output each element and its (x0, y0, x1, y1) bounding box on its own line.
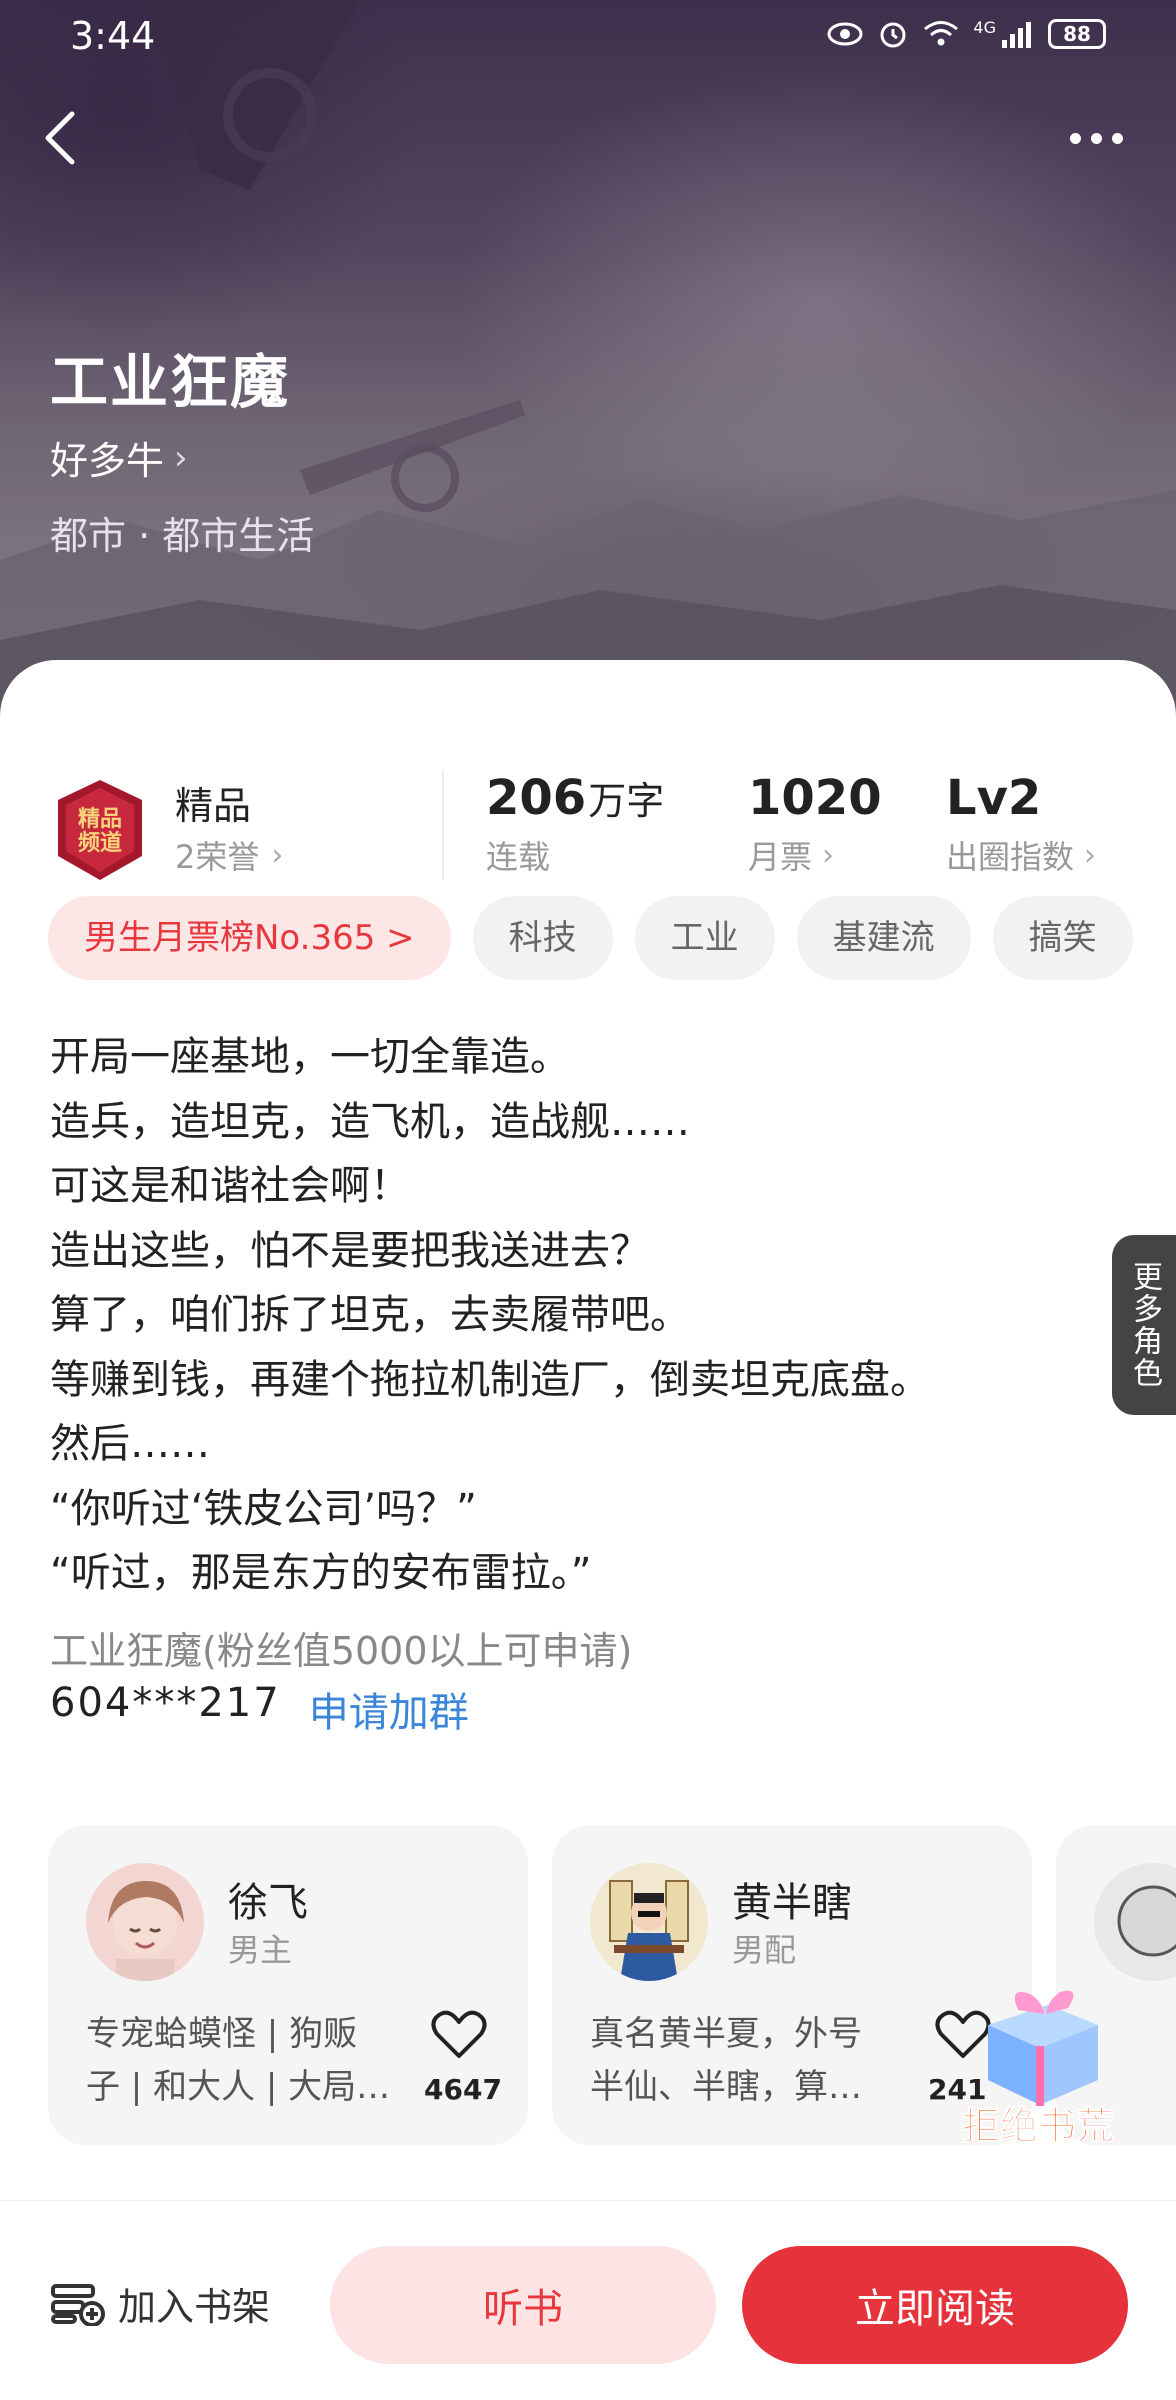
description-line: 算了，咱们拆了坦克，去卖履带吧。 (50, 1292, 690, 1338)
status-icons: 4G 88 (827, 18, 1106, 50)
divider (442, 770, 444, 880)
fan-group-id: 604***217 (50, 1680, 281, 1726)
description-line: 造出这些，怕不是要把我送进去？ (50, 1227, 650, 1274)
eye-icon (827, 22, 863, 46)
monthly-votes-label: 月票 (748, 838, 813, 876)
popularity-level: Lv2 (946, 770, 1042, 826)
description-line: 开局一座基地，一切全靠造。 (50, 1034, 570, 1080)
wifi-icon (924, 21, 959, 46)
tag-comedy[interactable]: 搞笑 (992, 896, 1133, 980)
honors-link[interactable]: 2荣誉 › (175, 832, 283, 878)
listen-button[interactable]: 听书 (330, 2246, 716, 2364)
alarm-icon (880, 22, 906, 48)
premium-channel-badge-icon: 精品 频道 (58, 780, 142, 880)
tag-industry[interactable]: 工业 (634, 896, 775, 980)
genre-label: 都市 · 都市生活 (50, 514, 315, 558)
popularity-label: 出圈指数 (946, 838, 1075, 876)
book-title: 工业狂魔 (50, 348, 291, 416)
character-card[interactable]: 徐飞 男主 专宠蛤蟆怪 | 狗贩 子 | 和大人 | 大局… 4647 (48, 1825, 528, 2145)
more-characters-label: 更多角色 (1127, 1261, 1162, 1389)
character-description-line: 半仙、半瞎，算… (590, 2067, 862, 2107)
serial-status: 连载 (486, 838, 551, 876)
like-count: 4647 (424, 2073, 502, 2106)
description-line: “听过，那是东方的安布雷拉。” (50, 1550, 592, 1596)
character-name: 徐飞 (228, 1880, 308, 1926)
description-line: 然后…… (50, 1421, 210, 1467)
add-to-shelf-button[interactable]: 加入书架 (50, 2276, 270, 2331)
svg-text:精品: 精品 (78, 806, 122, 832)
character-role: 男配 (732, 1931, 797, 1969)
character-description: 真名黄半夏，外号 半仙、半瞎，算… (590, 2008, 920, 2114)
add-to-shelf-label: 加入书架 (118, 2285, 271, 2329)
word-count-value: 206 (486, 770, 587, 826)
chevron-right-icon: › (174, 437, 188, 478)
monthly-votes-stat[interactable]: 1020 月票 › (748, 770, 882, 878)
gift-box-icon (988, 1990, 1098, 2106)
stats-row: 精品 频道 精品 2荣誉 › 206 万字 连载 1020 月票 › Lv2 出圈指… (0, 710, 1176, 880)
monthly-votes-value: 1020 (748, 770, 882, 826)
fan-group-row: 604***217 申请加群 (50, 1680, 469, 1738)
fan-group-note: 工业狂魔(粉丝值5000以上可申请) (50, 1629, 633, 1673)
description-line: 可这是和谐社会啊！ (50, 1163, 410, 1209)
more-characters-button[interactable]: 更多角色 (1112, 1235, 1176, 1415)
chevron-right-icon: › (822, 837, 835, 873)
battery-indicator: 88 (1048, 19, 1106, 49)
promo-label: 拒绝书荒 (961, 2104, 1114, 2149)
book-description: 开局一座基地，一切全靠造。 造兵，造坦克，造飞机，造战舰…… 可这是和谐社会啊！… (50, 1025, 1140, 1606)
chevron-right-icon: › (1084, 837, 1097, 873)
book-detail-card: 精品 频道 精品 2荣誉 › 206 万字 连载 1020 月票 › Lv2 出圈指… (0, 660, 1176, 2200)
dot (1111, 132, 1123, 144)
author-link[interactable]: 好多牛 › (50, 430, 188, 485)
word-count-stat: 206 万字 连载 (486, 770, 664, 878)
character-name: 黄半瞎 (732, 1880, 852, 1926)
character-role: 男主 (228, 1931, 293, 1969)
tag-tech[interactable]: 科技 (472, 896, 613, 980)
chevron-right-icon: › (271, 837, 284, 873)
join-group-link[interactable]: 申请加群 (309, 1680, 469, 1738)
dot (1090, 132, 1102, 144)
status-bar: 3:44 4G 88 (0, 0, 1176, 72)
character-description: 专宠蛤蟆怪 | 狗贩 子 | 和大人 | 大局… (86, 2008, 416, 2114)
promo-floating-badge[interactable]: 拒绝书荒 (948, 1980, 1128, 2150)
read-now-button[interactable]: 立即阅读 (742, 2246, 1128, 2364)
author-name: 好多牛 (50, 439, 165, 483)
chevron-left-icon (45, 111, 75, 165)
character-description-line: 子 | 和大人 | 大局… (86, 2067, 391, 2107)
more-options-button[interactable] (1056, 118, 1136, 158)
signal-icon (1002, 22, 1031, 48)
heart-icon[interactable] (431, 2010, 487, 2060)
bookshelf-add-icon (51, 2283, 105, 2326)
status-time: 3:44 (70, 14, 156, 58)
popularity-index-stat[interactable]: Lv2 出圈指数 › (946, 770, 1096, 878)
svg-text:频道: 频道 (78, 830, 122, 856)
rank-tag[interactable]: 男生月票榜No.365 > (48, 896, 451, 980)
character-description-line: 专宠蛤蟆怪 | 狗贩 (86, 2014, 358, 2054)
dot (1069, 132, 1081, 144)
description-line: “你听过‘铁皮公司’吗？” (50, 1485, 477, 1532)
character-avatar (1094, 1863, 1176, 1981)
tag-infrastructure[interactable]: 基建流 (796, 896, 971, 980)
character-avatar (590, 1863, 708, 1981)
back-button[interactable] (30, 108, 90, 168)
character-avatar (86, 1863, 204, 1981)
honors-count: 2荣誉 (175, 838, 260, 876)
description-line: 等赚到钱，再建个拖拉机制造厂，倒卖坦克底盘。 (50, 1356, 930, 1403)
description-line: 造兵，造坦克，造飞机，造战舰…… (50, 1098, 690, 1145)
cover-banner: 3:44 4G 88 工业狂魔 好多牛 › 都市 · 都市生活 (0, 0, 1176, 720)
character-description-line: 真名黄半夏，外号 (590, 2014, 862, 2054)
bottom-action-bar: 加入书架 听书 立即阅读 (0, 2200, 1176, 2400)
tag-list: 男生月票榜No.365 > 科技 工业 基建流 搞笑 (48, 896, 1133, 980)
word-count-unit: 万字 (588, 779, 665, 823)
network-type: 4G (973, 18, 996, 37)
quality-label: 精品 (175, 784, 252, 828)
